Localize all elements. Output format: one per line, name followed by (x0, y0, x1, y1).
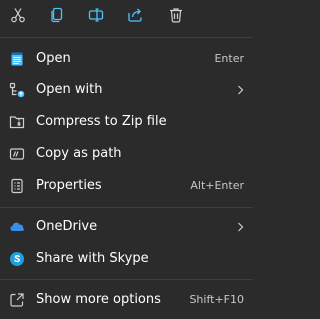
menu-item-onedrive[interactable]: OneDrive (4, 212, 249, 242)
show-more-label: Show more options (36, 292, 161, 307)
action-toolbar (0, 0, 253, 30)
toolbar-separator (0, 37, 253, 38)
properties-icon (9, 178, 25, 194)
delete-button[interactable] (164, 3, 188, 27)
context-menu: Open Enter Open with Compress to Zip fil… (0, 0, 253, 319)
share-icon (128, 8, 142, 22)
share-button[interactable] (123, 3, 147, 27)
copy-button[interactable] (45, 3, 69, 27)
chevron-right-icon (238, 85, 244, 95)
cut-button[interactable] (6, 3, 30, 27)
menu-item-compress-zip[interactable]: Compress to Zip file (4, 107, 249, 137)
open-shortcut: Enter (214, 52, 244, 65)
menu-item-open-with[interactable]: Open with (4, 75, 249, 105)
menu-item-show-more-options[interactable]: Show more options Shift+F10 (4, 285, 249, 315)
rename-button[interactable] (84, 3, 108, 27)
skype-label: Share with Skype (36, 251, 149, 266)
trash-icon (170, 8, 182, 23)
menu-item-copy-as-path[interactable]: Copy as path (4, 139, 249, 169)
open-with-icon (9, 82, 25, 98)
menu-item-properties[interactable]: Properties Alt+Enter (4, 171, 249, 201)
onedrive-cloud-icon (9, 219, 25, 235)
onedrive-label: OneDrive (36, 219, 98, 234)
menu-separator (0, 207, 253, 208)
menu-item-share-skype[interactable]: Share with Skype (4, 244, 249, 274)
copy-path-icon (9, 146, 25, 162)
copy-icon (51, 7, 63, 23)
show-more-icon (9, 292, 25, 308)
properties-label: Properties (36, 178, 102, 193)
menu-separator (0, 279, 253, 280)
copy-path-label: Copy as path (36, 146, 122, 161)
skype-icon (9, 251, 25, 267)
chevron-right-icon (238, 222, 244, 232)
scissors-icon (11, 8, 25, 23)
rename-icon (88, 8, 104, 22)
show-more-shortcut: Shift+F10 (189, 293, 244, 306)
open-label: Open (36, 51, 71, 66)
menu-item-open[interactable]: Open Enter (4, 44, 249, 74)
compress-label: Compress to Zip file (36, 114, 167, 129)
open-with-label: Open with (36, 82, 103, 97)
properties-shortcut: Alt+Enter (190, 179, 244, 192)
zip-folder-icon (9, 114, 25, 130)
notepad-icon (9, 51, 25, 67)
